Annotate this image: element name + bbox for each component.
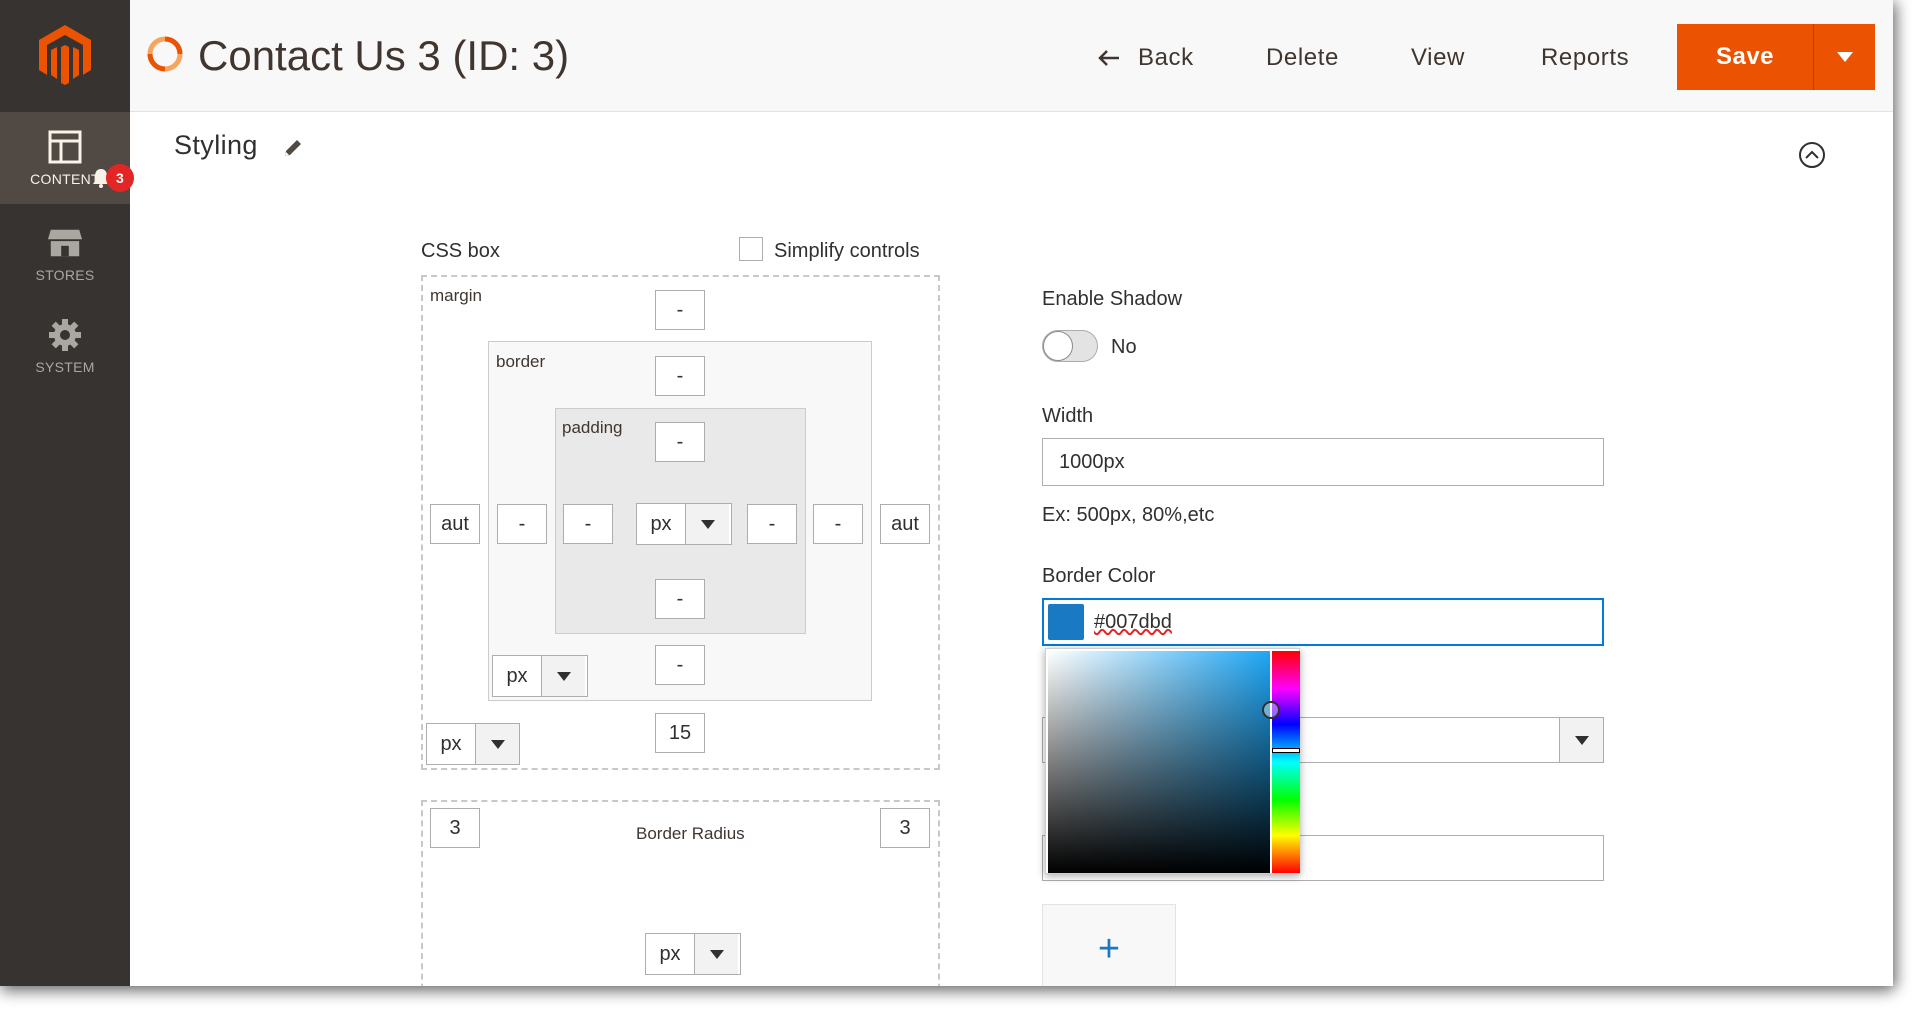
page-title-wrap: Contact Us 3 (ID: 3) [146, 28, 569, 84]
caret-down-icon [1559, 718, 1603, 762]
view-button[interactable]: View [1411, 30, 1465, 86]
section-title: Styling [174, 130, 258, 160]
back-button[interactable]: Back [1098, 30, 1194, 86]
width-input[interactable]: 1000px [1042, 438, 1604, 486]
sidebar-item-content[interactable]: CONTENT 3 [0, 112, 134, 204]
page-header: Contact Us 3 (ID: 3) Back Delete View Re… [130, 0, 1893, 112]
margin-bottom-input[interactable]: 15 [655, 713, 705, 753]
color-picker-popup [1045, 648, 1300, 874]
notification-badge: 3 [106, 164, 134, 192]
simplify-controls-checkbox[interactable] [739, 237, 763, 261]
reports-button[interactable]: Reports [1541, 30, 1629, 86]
sidebar-item-label: STORES [35, 267, 95, 283]
border-color-label: Border Color [1042, 565, 1156, 587]
padding-left-input[interactable]: - [563, 504, 613, 544]
padding-top-input[interactable]: - [655, 422, 705, 462]
margin-unit-value: px [440, 732, 462, 755]
caret-down-icon [694, 934, 738, 974]
gear-icon [47, 317, 83, 353]
margin-left-input[interactable]: aut [430, 504, 480, 544]
app-window: CONTENT 3 STORES SYSTEM Contact Us 3 (ID… [0, 0, 1893, 986]
width-label: Width [1042, 405, 1094, 427]
sidebar-item-label: CONTENT [30, 171, 100, 187]
radius-unit-select[interactable]: px [645, 933, 741, 975]
enable-shadow-label: Enable Shadow [1042, 288, 1183, 310]
enable-shadow-value: No [1111, 336, 1137, 358]
border-color-value: #007dbd [1094, 610, 1172, 633]
hue-slider[interactable] [1272, 651, 1300, 873]
border-label: border [496, 352, 546, 371]
magento-logo[interactable] [0, 0, 130, 110]
color-swatch[interactable] [1048, 604, 1084, 640]
saturation-value-area[interactable] [1048, 651, 1270, 873]
caret-down-icon [1836, 51, 1854, 63]
pencil-icon[interactable] [283, 138, 303, 163]
radius-unit-value: px [659, 942, 681, 965]
delete-button[interactable]: Delete [1266, 30, 1339, 86]
caret-down-icon [685, 504, 729, 544]
width-hint: Ex: 500px, 80%,etc [1042, 504, 1215, 526]
hue-handle[interactable] [1272, 748, 1300, 753]
save-button[interactable]: Save [1677, 24, 1813, 90]
radius-top-left-input[interactable]: 3 [430, 808, 480, 848]
content-icon [47, 129, 83, 165]
sidebar-item-system[interactable]: SYSTEM [0, 300, 130, 392]
collapse-icon[interactable] [1797, 140, 1827, 175]
margin-top-input[interactable]: - [655, 290, 705, 330]
padding-bottom-input[interactable]: - [655, 579, 705, 619]
padding-label: padding [562, 418, 623, 437]
admin-sidebar: CONTENT 3 STORES SYSTEM [0, 0, 134, 986]
css-box-label: CSS box [421, 240, 500, 262]
page-title: Contact Us 3 (ID: 3) [198, 32, 570, 79]
padding-right-input[interactable]: - [747, 504, 797, 544]
simplify-controls-label: Simplify controls [774, 240, 920, 262]
sidebar-item-label: SYSTEM [35, 359, 95, 375]
save-options-toggle[interactable] [1813, 24, 1875, 90]
stores-icon [47, 225, 83, 261]
margin-unit-select[interactable]: px [426, 723, 520, 765]
margin-right-input[interactable]: aut [880, 504, 930, 544]
border-color-input[interactable]: #007dbd [1042, 598, 1604, 646]
loading-spinner-icon [146, 35, 184, 78]
save-button-group: Save [1677, 24, 1875, 90]
caret-down-icon [541, 656, 585, 696]
border-right-input[interactable]: - [813, 504, 863, 544]
border-radius-label: Border Radius [636, 824, 745, 843]
padding-unit-value: px [650, 512, 672, 535]
border-bottom-input[interactable]: - [655, 645, 705, 685]
toggle-knob [1043, 331, 1073, 361]
caret-down-icon [475, 724, 519, 764]
arrow-left-icon [1098, 49, 1120, 67]
border-top-input[interactable]: - [655, 356, 705, 396]
border-left-input[interactable]: - [497, 504, 547, 544]
padding-unit-select[interactable]: px [636, 503, 732, 545]
color-selector-handle[interactable] [1262, 701, 1280, 719]
radius-top-right-input[interactable]: 3 [880, 808, 930, 848]
border-unit-select[interactable]: px [492, 655, 588, 697]
border-unit-value: px [506, 664, 528, 687]
enable-shadow-toggle[interactable] [1042, 330, 1098, 362]
add-button[interactable]: + [1042, 904, 1176, 986]
sidebar-item-stores[interactable]: STORES [0, 208, 130, 300]
margin-label: margin [430, 286, 482, 305]
back-label: Back [1138, 44, 1194, 71]
